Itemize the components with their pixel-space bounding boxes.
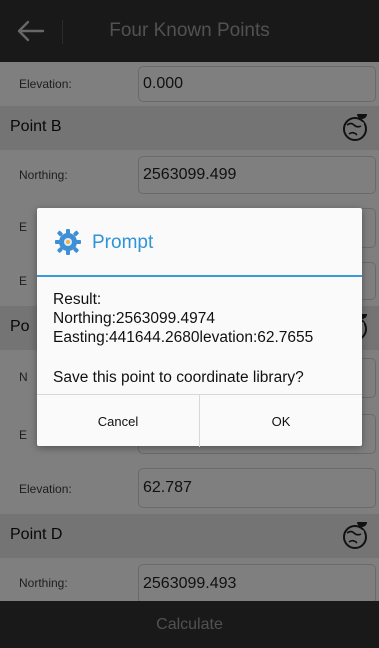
dialog-title: Prompt bbox=[92, 232, 154, 253]
screen: Four Known Points Elevation: 0.000 Point… bbox=[0, 0, 379, 648]
easting-elevation-result: Easting:441644.2680levation:62.7655 bbox=[53, 329, 314, 346]
cancel-button[interactable]: Cancel bbox=[37, 395, 199, 447]
northing-result: Northing:2563099.4974 bbox=[53, 310, 216, 327]
dialog-divider bbox=[37, 275, 362, 277]
ok-button[interactable]: OK bbox=[199, 395, 362, 447]
dialog-message: Result: Northing:2563099.4974 Easting:44… bbox=[53, 290, 352, 387]
result-line: Result: bbox=[53, 291, 102, 308]
dialog-header: Prompt bbox=[37, 208, 362, 275]
gear-icon bbox=[55, 229, 81, 255]
save-question: Save this point to coordinate library? bbox=[53, 369, 304, 386]
prompt-dialog: Prompt Result: Northing:2563099.4974 Eas… bbox=[37, 208, 362, 447]
dialog-buttons: Cancel OK bbox=[37, 394, 362, 447]
